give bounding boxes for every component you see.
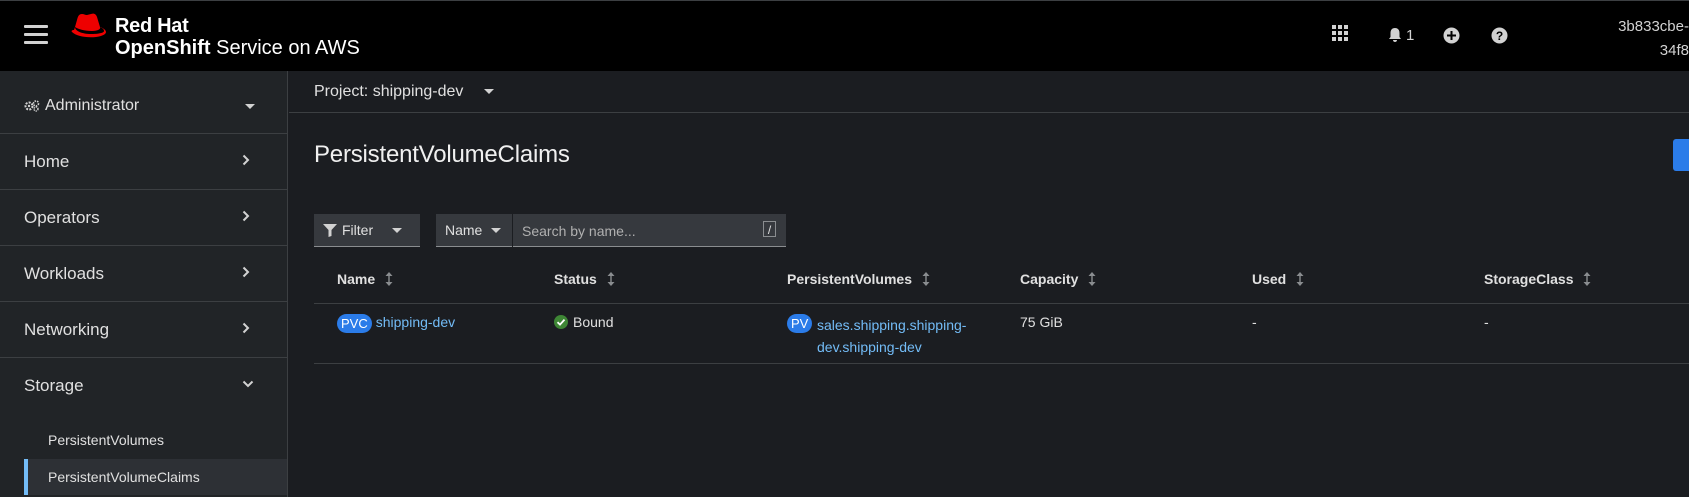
- column-header-name[interactable]: Name: [337, 271, 393, 287]
- brand-name: Red Hat: [115, 15, 189, 37]
- column-header-capacity[interactable]: Capacity: [1020, 271, 1096, 287]
- sort-icon: [607, 272, 615, 286]
- search-box: /: [513, 214, 786, 247]
- column-header-label: Status: [554, 271, 597, 287]
- sidebar-item-label: Home: [24, 152, 70, 171]
- user-id-line1: 3b833cbe-: [1618, 18, 1689, 35]
- column-header-label: Used: [1252, 271, 1287, 287]
- notification-count[interactable]: 1: [1406, 27, 1414, 44]
- chevron-down-icon: [242, 380, 254, 388]
- cell-name: PVC shipping-dev: [337, 314, 455, 333]
- sidebar-subitem-label: PersistentVolumeClaims: [48, 469, 200, 485]
- sidebar-item-home[interactable]: Home: [0, 134, 287, 190]
- sidebar-item-label: Workloads: [24, 264, 104, 283]
- add-plus-circle-icon[interactable]: [1443, 27, 1460, 44]
- perspective-switcher[interactable]: Administrator: [0, 71, 287, 134]
- sidebar-item-label: Networking: [24, 320, 110, 339]
- cogs-icon: [24, 100, 40, 112]
- column-header-label: Name: [337, 271, 376, 287]
- sidebar-nav: Administrator Home Operators Workloads N…: [0, 71, 288, 497]
- pv-badge: PV: [787, 314, 813, 333]
- column-header-storageclass[interactable]: StorageClass: [1484, 271, 1591, 287]
- sort-icon: [1583, 272, 1591, 286]
- column-header-label: PersistentVolumes: [787, 271, 913, 287]
- cell-persistentvolume: PV sales.shipping.shipping-dev.shipping-…: [787, 314, 987, 358]
- column-header-label: Capacity: [1020, 271, 1079, 287]
- create-button[interactable]: [1673, 139, 1689, 171]
- column-header-label: StorageClass: [1484, 271, 1574, 287]
- active-indicator: [24, 459, 28, 495]
- svg-text:?: ?: [1496, 29, 1503, 43]
- chevron-right-icon: [242, 266, 250, 278]
- user-id-line2: 34f8: [1659, 42, 1689, 59]
- sidebar-item-workloads[interactable]: Workloads: [0, 246, 287, 302]
- filter-icon: [323, 224, 337, 237]
- sidebar-subitem-label: PersistentVolumes: [48, 432, 164, 448]
- main-content: Project: shipping-dev PersistentVolumeCl…: [289, 71, 1689, 497]
- chevron-right-icon: [242, 210, 250, 222]
- column-header-persistentvolumes[interactable]: PersistentVolumes: [787, 271, 930, 287]
- sidebar-item-storage[interactable]: Storage: [0, 358, 287, 414]
- filter-type-select[interactable]: Name: [436, 214, 512, 247]
- pvc-badge: PVC: [337, 314, 372, 333]
- project-label: Project: shipping-dev: [314, 83, 464, 100]
- filter-dropdown[interactable]: Filter: [314, 214, 420, 247]
- perspective-label: Administrator: [45, 97, 140, 114]
- caret-down-icon: [392, 228, 402, 233]
- sort-icon: [922, 272, 930, 286]
- project-selector[interactable]: Project: shipping-dev: [289, 71, 1689, 113]
- masthead: Red Hat OpenShift Service on AWS 1 ? 3b8…: [0, 0, 1689, 71]
- product-name-bold: OpenShift: [115, 37, 211, 59]
- caret-down-icon: [245, 104, 255, 109]
- check-circle-icon: [554, 315, 568, 329]
- product-name: OpenShift Service on AWS: [115, 37, 360, 60]
- status-text: Bound: [573, 314, 614, 330]
- cell-storageclass: -: [1484, 314, 1489, 330]
- redhat-fedora-icon: [71, 13, 106, 38]
- sidebar-item-operators[interactable]: Operators: [0, 190, 287, 246]
- sidebar-item-label: Operators: [24, 208, 100, 227]
- sort-icon: [1296, 272, 1304, 286]
- search-shortcut-hint: /: [763, 221, 776, 237]
- sort-icon: [385, 272, 393, 286]
- caret-down-icon: [484, 89, 494, 94]
- help-question-icon[interactable]: ?: [1491, 27, 1508, 44]
- sidebar-item-persistentvolumes[interactable]: PersistentVolumes: [24, 422, 287, 458]
- product-name-rest: Service on AWS: [210, 37, 360, 59]
- pv-link[interactable]: sales.shipping.shipping-dev.shipping-dev: [817, 314, 977, 358]
- column-header-used[interactable]: Used: [1252, 271, 1304, 287]
- cell-status: Bound: [554, 314, 613, 330]
- chevron-right-icon: [242, 322, 250, 334]
- hamburger-menu-icon[interactable]: [24, 25, 48, 45]
- sidebar-item-label: Storage: [24, 376, 84, 395]
- search-input[interactable]: [520, 220, 754, 242]
- notification-bell-icon[interactable]: [1387, 27, 1403, 43]
- chevron-right-icon: [242, 154, 250, 166]
- table-header: Name Status PersistentVolumes Capacity U…: [314, 251, 1689, 304]
- column-header-status[interactable]: Status: [554, 271, 615, 287]
- sidebar-group-storage: Storage PersistentVolumes PersistentVolu…: [0, 358, 287, 497]
- sort-icon: [1088, 272, 1096, 286]
- page-title: PersistentVolumeClaims: [314, 141, 570, 168]
- filter-type-label: Name: [445, 222, 483, 238]
- caret-down-icon: [491, 228, 501, 233]
- table-row: PVC shipping-dev Bound PV sales.shipping.…: [314, 304, 1689, 364]
- app-launcher-icon[interactable]: [1332, 25, 1348, 41]
- cell-capacity: 75 GiB: [1020, 314, 1063, 330]
- filter-label: Filter: [342, 222, 374, 238]
- cell-used: -: [1252, 314, 1257, 330]
- user-menu[interactable]: 3b833cbe- 34f8: [1618, 15, 1689, 63]
- sidebar-item-persistentvolumeclaims[interactable]: PersistentVolumeClaims: [24, 459, 287, 495]
- sidebar-item-networking[interactable]: Networking: [0, 302, 287, 358]
- pvc-link[interactable]: shipping-dev: [376, 314, 455, 330]
